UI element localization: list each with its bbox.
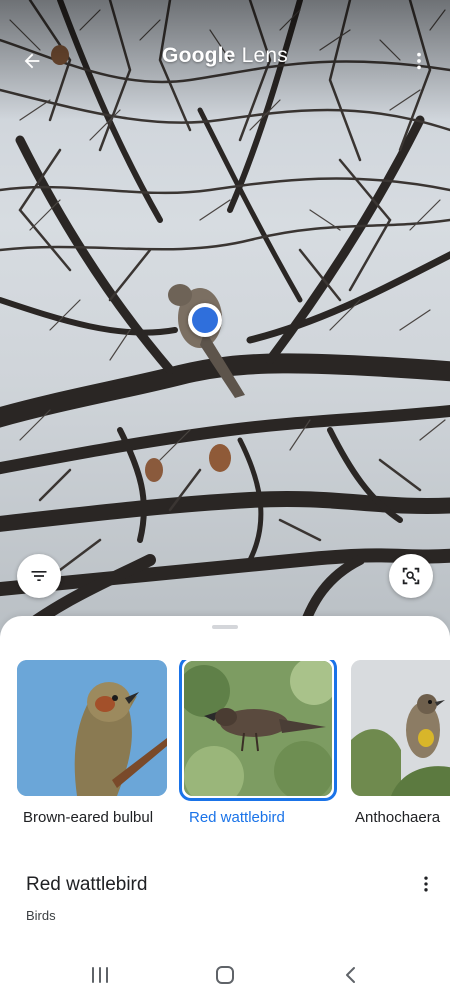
match-label: Red wattlebird (189, 809, 285, 826)
match-thumbnail (17, 660, 167, 796)
home-button[interactable] (205, 960, 245, 990)
sheet-drag-handle[interactable] (212, 625, 238, 629)
more-vert-icon (417, 52, 421, 70)
chevron-left-icon (346, 967, 355, 983)
more-options-button[interactable] (404, 46, 434, 76)
system-back-button[interactable] (331, 960, 371, 990)
selected-outline (179, 660, 337, 801)
match-carousel[interactable]: Brown-eared bulbul Red wattlebird Anthoc… (0, 660, 450, 860)
match-label: Brown-eared bulbul (23, 809, 154, 826)
title-lens: Lens (241, 44, 288, 67)
match-card-red-wattlebird[interactable]: Red wattlebird (179, 660, 337, 828)
match-card-brown-eared-bulbul[interactable]: Brown-eared bulbul (17, 660, 167, 828)
region-select-button[interactable] (389, 554, 433, 598)
system-navigation-bar (0, 950, 450, 1000)
result-category: Birds (26, 908, 56, 923)
more-vert-icon (424, 876, 428, 892)
recent-apps-icon (92, 967, 108, 983)
results-sheet: Brown-eared bulbul Red wattlebird Anthoc… (0, 616, 450, 950)
title-google: Google (162, 44, 236, 67)
object-marker[interactable] (188, 303, 222, 337)
result-title: Red wattlebird (26, 874, 148, 895)
region-search-icon (402, 567, 420, 585)
app-title: Google Lens (0, 44, 450, 68)
match-label: Anthochaera (355, 809, 441, 826)
match-thumbnail (351, 660, 450, 796)
match-card-anthochaera[interactable]: Anthochaera (351, 660, 450, 828)
match-thumbnail (184, 661, 332, 796)
filter-icon (31, 571, 47, 581)
home-icon (216, 966, 234, 984)
result-more-button[interactable] (414, 872, 438, 896)
recent-apps-button[interactable] (80, 960, 120, 990)
filter-button[interactable] (17, 554, 61, 598)
photo-viewport[interactable]: Google Lens (0, 0, 450, 640)
